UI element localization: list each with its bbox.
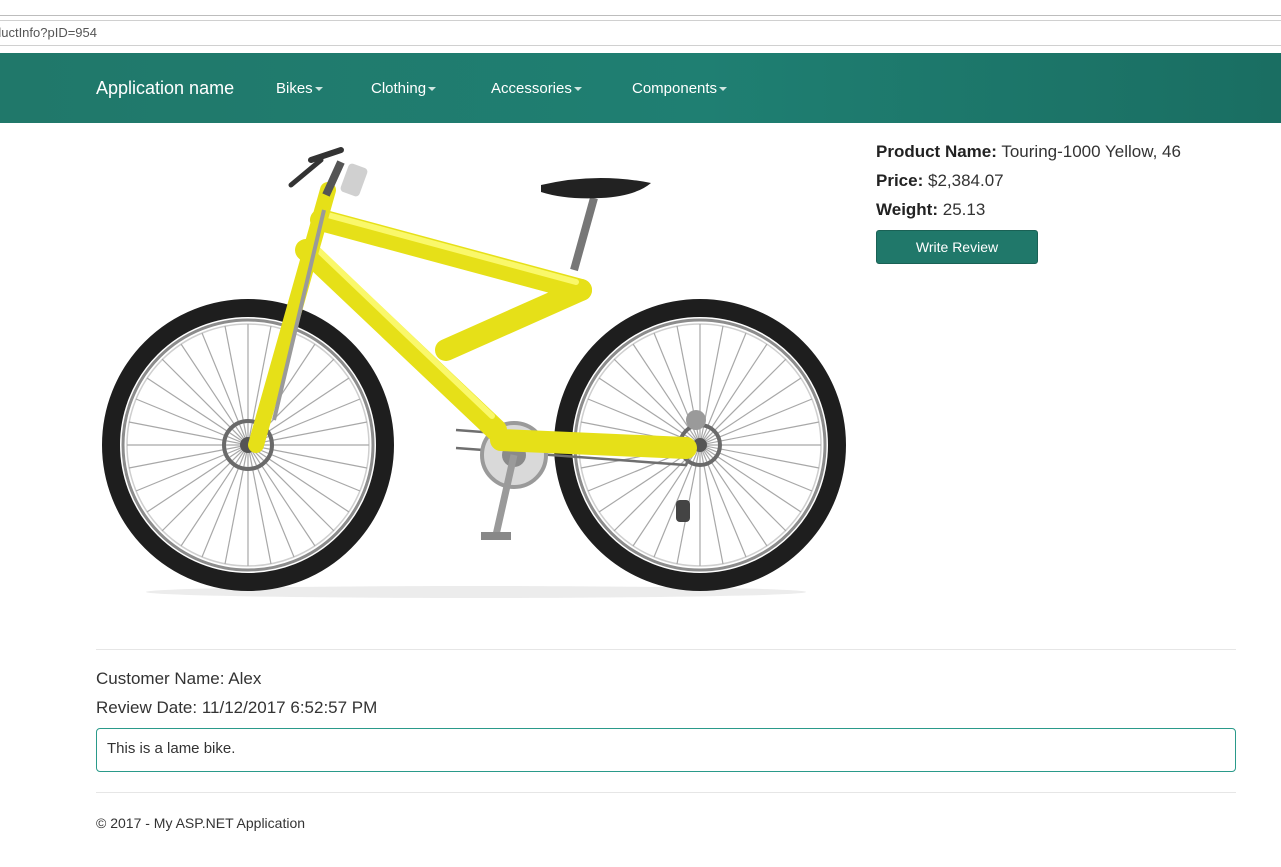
caret-down-icon bbox=[314, 87, 323, 92]
footer-copyright: © 2017 - My ASP.NET Application bbox=[96, 815, 306, 831]
nav-bikes-label: Bikes bbox=[276, 80, 313, 97]
product-image bbox=[96, 130, 856, 610]
product-weight-label: Weight: bbox=[876, 200, 939, 219]
product-weight-value: 25.13 bbox=[942, 200, 986, 219]
product-name-value: Touring-1000 Yellow, 46 bbox=[1001, 142, 1181, 161]
footer-divider bbox=[96, 792, 1236, 793]
nav-clothing-label: Clothing bbox=[371, 80, 427, 97]
brand-link[interactable]: Application name bbox=[96, 78, 234, 99]
product-info: Product Name: Touring-1000 Yellow, 46 Pr… bbox=[876, 141, 1181, 228]
caret-down-icon bbox=[428, 87, 437, 92]
product-price-value: $2,384.07 bbox=[927, 171, 1004, 190]
bike-icon bbox=[102, 147, 846, 598]
navbar: Application name Bikes Clothing Accessor… bbox=[0, 53, 1281, 123]
write-review-button[interactable]: Write Review bbox=[876, 230, 1038, 264]
product-price-label: Price: bbox=[876, 171, 924, 190]
review-meta: Customer Name: Alex Review Date: 11/12/2… bbox=[96, 668, 377, 726]
browser-chrome: ductInfo?pID=954 bbox=[0, 0, 1281, 52]
browser-divider bbox=[0, 15, 1281, 16]
nav-accessories-label: Accessories bbox=[491, 80, 572, 97]
caret-down-icon bbox=[573, 87, 582, 92]
nav-components-label: Components bbox=[632, 80, 718, 97]
caret-down-icon bbox=[719, 87, 728, 92]
review-text: This is a lame bike. bbox=[107, 740, 236, 757]
review-date: Review Date: 11/12/2017 6:52:57 PM bbox=[96, 698, 378, 717]
nav-clothing[interactable]: Clothing bbox=[371, 80, 437, 97]
product-price-row: Price: $2,384.07 bbox=[876, 170, 1181, 199]
address-bar-url[interactable]: ductInfo?pID=954 bbox=[0, 25, 97, 40]
product-name-row: Product Name: Touring-1000 Yellow, 46 bbox=[876, 141, 1181, 170]
review-customer-name: Customer Name: Alex bbox=[96, 669, 262, 688]
nav-accessories[interactable]: Accessories bbox=[491, 80, 582, 97]
review-text-box: This is a lame bike. bbox=[96, 728, 1236, 772]
nav-bikes[interactable]: Bikes bbox=[276, 80, 323, 97]
divider bbox=[96, 649, 1236, 650]
product-weight-row: Weight: 25.13 bbox=[876, 199, 1181, 228]
address-bar[interactable]: ductInfo?pID=954 bbox=[0, 20, 1281, 46]
nav-components[interactable]: Components bbox=[632, 80, 728, 97]
product-name-label: Product Name: bbox=[876, 142, 997, 161]
